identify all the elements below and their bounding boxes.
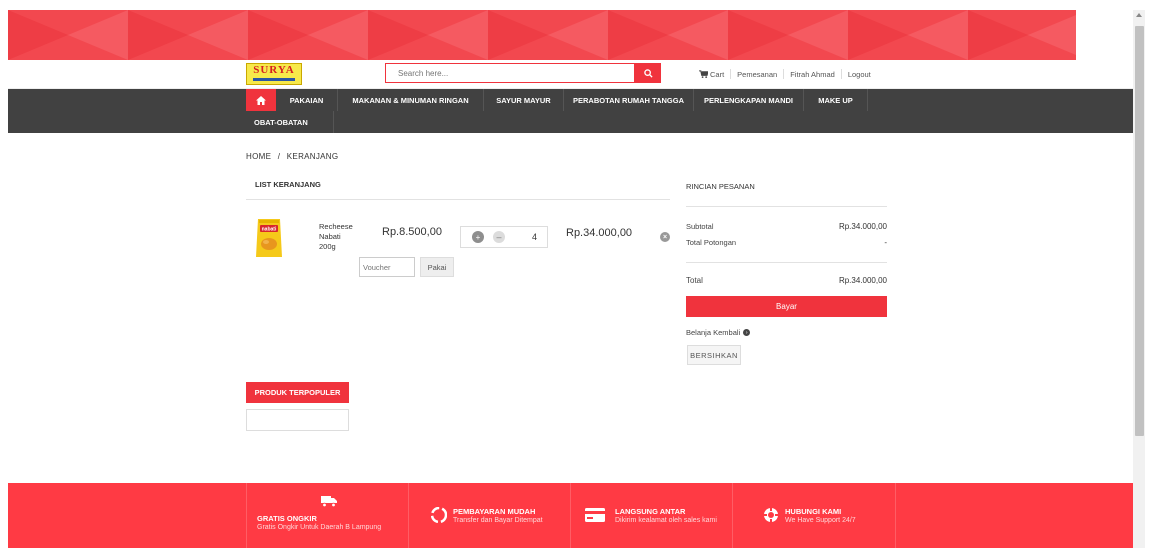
search-input[interactable] xyxy=(386,64,634,82)
cart-title: LIST KERANJANG xyxy=(255,180,321,189)
cart-icon xyxy=(699,70,708,78)
search-box xyxy=(385,63,635,83)
menu-item-perlengkapan-mandi[interactable]: PERLENGKAPAN MANDI xyxy=(694,89,804,111)
feature-free-shipping: GRATIS ONGKIR Gratis Ongkir Untuk Daerah… xyxy=(246,483,409,548)
divider xyxy=(840,69,842,79)
scroll-up-arrow-icon[interactable] xyxy=(1136,13,1142,17)
item-subtotal: Rp.34.000,00 xyxy=(566,227,633,239)
user-link[interactable]: Fitrah Ahmad xyxy=(790,70,835,79)
menu-item-pakaian[interactable]: PAKAIAN xyxy=(276,89,338,111)
feature-subtitle: Dikirim kealamat oleh sales kami xyxy=(615,517,717,524)
menu-item-obat[interactable]: OBAT-OBATAN xyxy=(246,111,334,133)
arrow-circle-icon: › xyxy=(743,329,751,336)
lifebuoy-icon xyxy=(764,508,778,522)
credit-card-icon xyxy=(585,508,605,522)
product-image-label: nabati xyxy=(262,227,277,233)
cart-link[interactable]: Cart xyxy=(699,70,724,79)
feature-subtitle: We Have Support 24/7 xyxy=(785,517,856,524)
divider xyxy=(686,206,887,207)
continue-shopping-label: Belanja Kembali xyxy=(686,328,741,337)
feature-subtitle: Transfer dan Bayar Ditempat xyxy=(453,517,543,524)
subtotal-label: Subtotal xyxy=(686,222,714,231)
popular-products-button[interactable]: PRODUK TERPOPULER xyxy=(246,382,349,403)
divider xyxy=(730,69,732,79)
quantity-value[interactable]: 4 xyxy=(532,232,537,242)
clear-cart-button[interactable]: BERSIHKAN xyxy=(687,345,741,365)
top-nav: Cart Pemesanan Fitrah Ahmad Logout xyxy=(699,68,871,80)
divider xyxy=(686,262,887,263)
discount-value: - xyxy=(884,238,887,247)
header: SURYA Cart Pemesanan Fitrah Ahmad xyxy=(8,60,1133,89)
product-image[interactable]: nabati xyxy=(255,217,283,261)
logo[interactable]: SURYA xyxy=(246,63,302,85)
feature-contact-us: HUBUNGI KAMI We Have Support 24/7 xyxy=(733,483,896,548)
product-price: Rp.8.500,00 xyxy=(382,226,442,238)
quantity-stepper: + – 4 xyxy=(460,226,548,248)
footer: GRATIS ONGKIR Gratis Ongkir Untuk Daerah… xyxy=(8,483,1133,548)
divider xyxy=(783,69,785,79)
search-button[interactable] xyxy=(635,63,661,83)
voucher-input[interactable] xyxy=(359,257,415,277)
main-menu: PAKAIAN MAKANAN & MINUMAN RINGAN SAYUR M… xyxy=(8,89,1133,133)
feature-direct-delivery: LANGSUNG ANTAR Dikirim kealamat oleh sal… xyxy=(571,483,733,548)
feature-easy-payment: PEMBAYARAN MUDAH Transfer dan Bayar Dite… xyxy=(409,483,571,548)
decrease-quantity-button[interactable]: – xyxy=(493,231,505,243)
page: SURYA Cart Pemesanan Fitrah Ahmad xyxy=(8,10,1133,548)
top-banner xyxy=(8,10,1076,60)
continue-shopping-link[interactable]: Belanja Kembali › xyxy=(686,328,751,337)
breadcrumb: HOME / KERANJANG xyxy=(246,152,338,161)
feature-title: LANGSUNG ANTAR xyxy=(615,507,686,516)
feature-title: GRATIS ONGKIR xyxy=(257,514,317,523)
search-icon xyxy=(643,68,653,78)
pay-button[interactable]: Bayar xyxy=(686,296,887,317)
product-name[interactable]: Recheese Nabati 200g xyxy=(319,222,359,252)
subtotal-value: Rp.34.000,00 xyxy=(838,222,887,231)
divider xyxy=(246,199,670,200)
feature-title: PEMBAYARAN MUDAH xyxy=(453,507,536,516)
plus-icon: + xyxy=(475,232,481,242)
popular-products-box xyxy=(246,409,349,431)
cart-link-label: Cart xyxy=(710,69,725,79)
banner-pattern xyxy=(8,10,1076,60)
orders-link[interactable]: Pemesanan xyxy=(737,70,777,79)
scrollbar-thumb[interactable] xyxy=(1135,26,1144,436)
summary-title: RINCIAN PESANAN xyxy=(686,182,755,191)
close-icon: × xyxy=(662,233,668,241)
total-value: Rp.34.000,00 xyxy=(838,276,887,285)
truck-icon xyxy=(321,496,337,507)
breadcrumb-separator: / xyxy=(277,152,281,161)
breadcrumb-home[interactable]: HOME xyxy=(246,152,271,161)
increase-quantity-button[interactable]: + xyxy=(472,231,484,243)
logo-bar xyxy=(253,78,295,81)
recycle-icon xyxy=(431,507,447,523)
feature-title: HUBUNGI KAMI xyxy=(785,507,842,516)
menu-item-sayur[interactable]: SAYUR MAYUR xyxy=(484,89,564,111)
breadcrumb-current: KERANJANG xyxy=(286,152,339,161)
menu-item-makanan[interactable]: MAKANAN & MINUMAN RINGAN xyxy=(338,89,484,111)
feature-subtitle: Gratis Ongkir Untuk Daerah B Lampung xyxy=(257,524,382,531)
logo-text: SURYA xyxy=(253,64,295,76)
home-icon xyxy=(256,95,266,105)
discount-label: Total Potongan xyxy=(686,238,737,247)
menu-item-perabotan[interactable]: PERABOTAN RUMAH TANGGA xyxy=(564,89,694,111)
remove-item-button[interactable]: × xyxy=(660,232,670,242)
logout-link[interactable]: Logout xyxy=(848,70,871,79)
total-label: Total xyxy=(686,276,703,285)
menu-item-make-up[interactable]: MAKE UP xyxy=(804,89,868,111)
home-button[interactable] xyxy=(246,89,276,111)
apply-voucher-button[interactable]: Pakai xyxy=(420,257,454,277)
minus-icon: – xyxy=(496,231,502,242)
